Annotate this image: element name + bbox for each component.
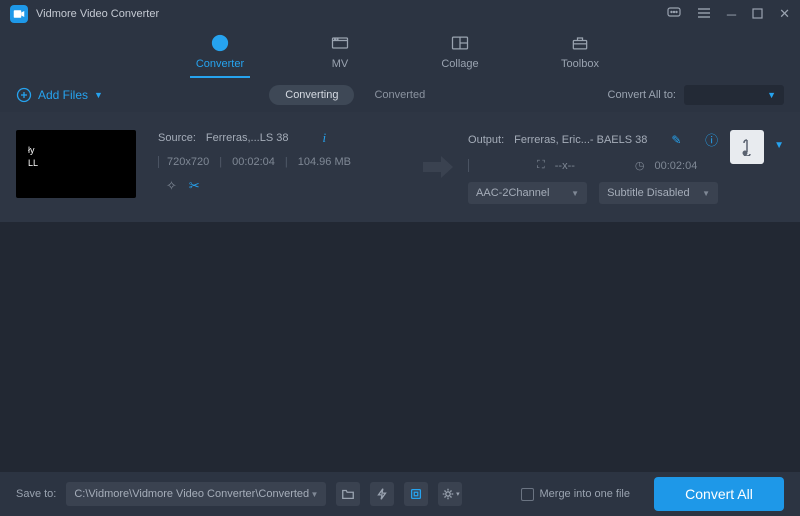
audio-select-value: AAC-2Channel	[476, 187, 549, 199]
chevron-down-icon: ▼	[767, 90, 776, 100]
converter-icon	[209, 32, 231, 54]
main-tabs: Converter MV Collage Toolbox	[0, 28, 800, 78]
source-column: Source: Ferreras,...LS 38 i 720x720 | 00…	[158, 130, 408, 204]
app-title: Vidmore Video Converter	[36, 8, 667, 20]
settings-button[interactable]: ▾	[438, 482, 462, 506]
tab-collage[interactable]: Collage	[430, 32, 490, 78]
minimize-icon[interactable]: ─	[727, 7, 736, 22]
info-icon[interactable]: i	[322, 130, 326, 146]
save-path-select[interactable]: C:\Vidmore\Vidmore Video Converter\Conve…	[66, 482, 326, 506]
audio-select[interactable]: AAC-2Channel ▼	[468, 182, 587, 204]
add-files-button[interactable]: Add Files ▼	[16, 87, 103, 103]
tab-label: Toolbox	[561, 58, 599, 70]
convert-all-to-select[interactable]: ▼	[684, 85, 784, 105]
info-icon[interactable]: ⓘ	[705, 130, 718, 149]
merge-checkbox[interactable]: Merge into one file	[521, 488, 631, 501]
expand-icon: ⛶	[537, 159, 545, 172]
tab-mv[interactable]: MV	[310, 32, 370, 78]
output-resolution: --x--	[555, 160, 575, 172]
add-files-label: Add Files	[38, 88, 88, 102]
merge-label: Merge into one file	[540, 488, 631, 500]
close-icon[interactable]: ✕	[779, 6, 790, 22]
maximize-icon[interactable]	[752, 7, 763, 22]
convert-all-button[interactable]: Convert All	[654, 477, 784, 511]
source-resolution: 720x720	[167, 156, 209, 168]
clock-icon: ◷	[635, 159, 645, 172]
feedback-icon[interactable]	[667, 7, 681, 22]
convert-status-toggle: Converting Converted	[269, 85, 441, 105]
thumbnail-overlay: łyLL	[28, 144, 38, 170]
save-path-value: C:\Vidmore\Vidmore Video Converter\Conve…	[74, 488, 309, 500]
format-button[interactable]	[730, 130, 764, 164]
toolbox-icon	[569, 32, 591, 54]
menu-icon[interactable]	[697, 7, 711, 22]
convert-all-label: Convert All	[685, 486, 753, 502]
tab-label: Converter	[196, 58, 244, 70]
convert-all-to-label: Convert All to:	[608, 89, 676, 101]
video-thumbnail[interactable]: łyLL	[16, 130, 136, 198]
collage-icon	[449, 32, 471, 54]
toolbar: Add Files ▼ Converting Converted Convert…	[0, 78, 800, 112]
effects-icon[interactable]: ✧	[166, 178, 177, 194]
tab-label: MV	[332, 58, 349, 70]
converting-tab[interactable]: Converting	[269, 85, 354, 105]
save-to-label: Save to:	[16, 488, 56, 500]
output-filename: Ferreras, Eric...- BAELS 38	[514, 134, 647, 146]
arrow-icon	[418, 130, 458, 204]
chevron-down-icon: ▼	[94, 90, 103, 100]
window-controls: ─ ✕	[667, 6, 790, 22]
output-column: Output: Ferreras, Eric...- BAELS 38 ✎ ⓘ …	[468, 130, 718, 204]
subtitle-select[interactable]: Subtitle Disabled ▼	[599, 182, 718, 204]
titlebar: Vidmore Video Converter ─ ✕	[0, 0, 800, 28]
open-folder-button[interactable]	[336, 482, 360, 506]
file-list: łyLL Source: Ferreras,...LS 38 i 720x720…	[0, 112, 800, 472]
lightning-button[interactable]	[370, 482, 394, 506]
chevron-down-icon[interactable]: ▼	[774, 130, 784, 151]
footer: Save to: C:\Vidmore\Vidmore Video Conver…	[0, 472, 800, 516]
source-filename: Ferreras,...LS 38	[206, 132, 289, 144]
source-label: Source:	[158, 132, 196, 144]
converted-tab[interactable]: Converted	[358, 85, 441, 105]
tab-converter[interactable]: Converter	[190, 32, 250, 78]
tab-toolbox[interactable]: Toolbox	[550, 32, 610, 78]
chevron-down-icon: ▼	[310, 490, 318, 499]
mv-icon	[329, 32, 351, 54]
file-item: łyLL Source: Ferreras,...LS 38 i 720x720…	[0, 112, 800, 222]
tab-label: Collage	[441, 58, 478, 70]
checkbox-icon	[521, 488, 534, 501]
source-duration: 00:02:04	[232, 156, 275, 168]
chevron-down-icon: ▼	[702, 189, 710, 198]
source-size: 104.96 MB	[298, 156, 351, 168]
edit-icon[interactable]: ✎	[671, 133, 681, 147]
subtitle-select-value: Subtitle Disabled	[607, 187, 690, 199]
output-label: Output:	[468, 134, 504, 146]
output-duration: 00:02:04	[655, 160, 698, 172]
output-format: ▼	[730, 130, 784, 204]
trim-icon[interactable]: ✂	[189, 178, 200, 194]
chevron-down-icon: ▼	[571, 189, 579, 198]
app-logo	[10, 5, 28, 23]
gpu-button[interactable]	[404, 482, 428, 506]
convert-all-to: Convert All to: ▼	[608, 85, 784, 105]
